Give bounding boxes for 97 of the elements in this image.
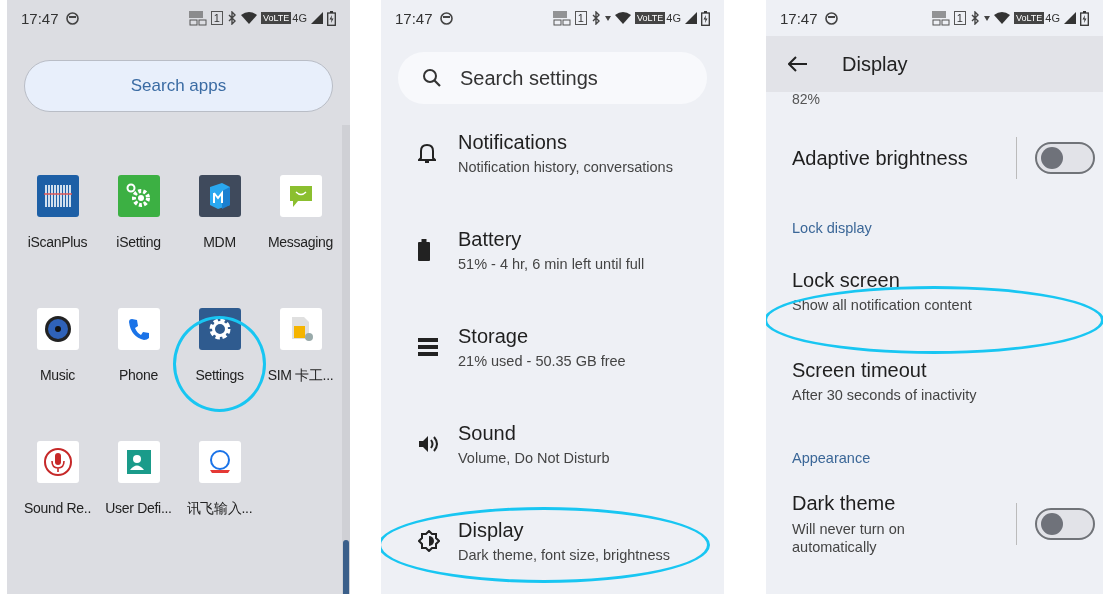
gears-icon [124, 182, 153, 210]
item-title: Lock screen [792, 269, 901, 292]
down-arrow-icon [604, 15, 611, 21]
notification-circle-icon [824, 11, 838, 25]
app-label: Messaging [268, 234, 333, 250]
section-header: Appearance [792, 449, 872, 468]
chat-bubble-icon [287, 183, 314, 209]
notification-circle-icon [65, 11, 79, 25]
sim-indicator: 1 [953, 11, 966, 25]
app-item[interactable]: Phone [98, 308, 179, 410]
sim-indicator: 1 [574, 11, 587, 25]
app-label: User Defi... [105, 500, 172, 516]
search-settings-field[interactable]: Search settings [398, 52, 707, 104]
search-placeholder: Search settings [460, 66, 598, 90]
bell-icon [418, 141, 436, 164]
status-time: 17:47 [21, 9, 59, 27]
item-title: Adaptive brightness [792, 146, 969, 170]
list-item[interactable]: Display Dark theme, font size, brightness [381, 492, 724, 589]
item-summary: Notification history, conversations [458, 158, 673, 175]
status-time: 17:47 [395, 9, 433, 27]
app-item[interactable]: User Defi... [98, 441, 179, 543]
app-label: Music [39, 367, 76, 383]
item-summary: 51% - 4 hr, 6 min left until full [458, 255, 645, 272]
toggle-row[interactable]: Dark theme Will never turn on automatically [792, 486, 1103, 562]
search-apps-field[interactable]: Search apps [24, 60, 333, 112]
network-type: 4G [1045, 12, 1060, 24]
item-summary: Dark theme, font size, brightness [458, 546, 670, 563]
bluetooth-icon [969, 11, 980, 25]
back-arrow-icon[interactable] [788, 56, 808, 72]
app-item[interactable]: 讯飞输入... [179, 441, 260, 543]
battery-charging-icon [701, 10, 710, 26]
battery-charging-icon [327, 10, 336, 26]
volte-badge: VoLTE [1013, 12, 1045, 24]
list-item[interactable]: Storage 21% used - 50.35 GB free [381, 298, 724, 395]
volte-badge: VoLTE [634, 12, 666, 24]
search-icon [422, 68, 442, 88]
app-item[interactable]: Sound Re.. [17, 441, 98, 543]
storage-icon [418, 337, 438, 356]
user-card-icon [125, 449, 152, 475]
screen-title: Display [842, 52, 908, 76]
app-item[interactable]: Settings [179, 308, 260, 410]
list-item[interactable]: Screen timeout After 30 seconds of inactivity [792, 336, 1103, 426]
speaker-icon [43, 315, 72, 343]
app-item[interactable]: iScanPlus [17, 175, 98, 277]
brightness-value: 82% [792, 92, 822, 106]
battery-icon [418, 238, 430, 261]
toggle-switch[interactable] [1035, 142, 1095, 174]
app-item[interactable]: MDM [179, 175, 260, 277]
bluetooth-icon [226, 11, 237, 25]
phone-icon [126, 317, 151, 341]
item-summary: After 30 seconds of inactivity [792, 387, 977, 403]
app-item[interactable]: Music [17, 308, 98, 410]
signal-icon [685, 12, 697, 24]
volte-badge: VoLTE [260, 12, 292, 24]
toggle-row[interactable]: Adaptive brightness [792, 120, 1103, 196]
signal-icon [1064, 12, 1076, 24]
item-summary: Volume, Do Not Disturb [458, 449, 610, 466]
network-type: 4G [666, 12, 681, 24]
notification-circle-icon [439, 11, 453, 25]
list-item[interactable]: Battery 51% - 4 hr, 6 min left until full [381, 201, 724, 298]
item-title: Battery [458, 227, 523, 251]
item-title: Notifications [458, 130, 568, 154]
item-summary: Will never turn on automatically [792, 520, 906, 556]
bluetooth-icon [590, 11, 601, 25]
brightness-icon [418, 529, 440, 552]
signal-icon [311, 12, 323, 24]
sim-indicator: 1 [210, 11, 223, 25]
app-label: MDM [203, 234, 236, 250]
item-title: Storage [458, 324, 530, 348]
item-summary: 21% used - 50.35 GB free [458, 352, 626, 369]
wifi-icon [614, 12, 631, 24]
item-title: Screen timeout [792, 359, 928, 382]
toggle-switch[interactable] [1035, 508, 1095, 540]
battery-charging-icon [1080, 10, 1089, 26]
down-arrow-icon [983, 15, 990, 21]
wifi-icon [993, 12, 1010, 24]
app-item[interactable]: SIM 卡工... [260, 308, 341, 410]
wifi-icon [240, 12, 257, 24]
section-header: Lock display [792, 219, 873, 238]
status-time: 17:47 [780, 9, 818, 27]
app-label: iScanPlus [27, 234, 88, 250]
app-label: Sound Re.. [23, 500, 92, 516]
app-label: iSetting [116, 234, 161, 250]
app-label: SIM 卡工... [267, 367, 334, 385]
item-title: Dark theme [792, 492, 897, 515]
app-label: Settings [195, 367, 244, 383]
app-label: Phone [119, 367, 158, 383]
app-label: 讯飞输入... [186, 500, 253, 518]
list-item[interactable]: Sound Volume, Do Not Disturb [381, 395, 724, 492]
app-item[interactable]: iSetting [98, 175, 179, 277]
list-item[interactable]: Notifications Notification history, conversations [381, 104, 724, 201]
microphone-icon [43, 448, 72, 476]
network-type: 4G [292, 12, 307, 24]
item-title: Display [458, 518, 525, 542]
speaker-icon [418, 434, 440, 453]
app-item[interactable]: Messaging [260, 175, 341, 277]
item-title: Sound [458, 421, 517, 445]
